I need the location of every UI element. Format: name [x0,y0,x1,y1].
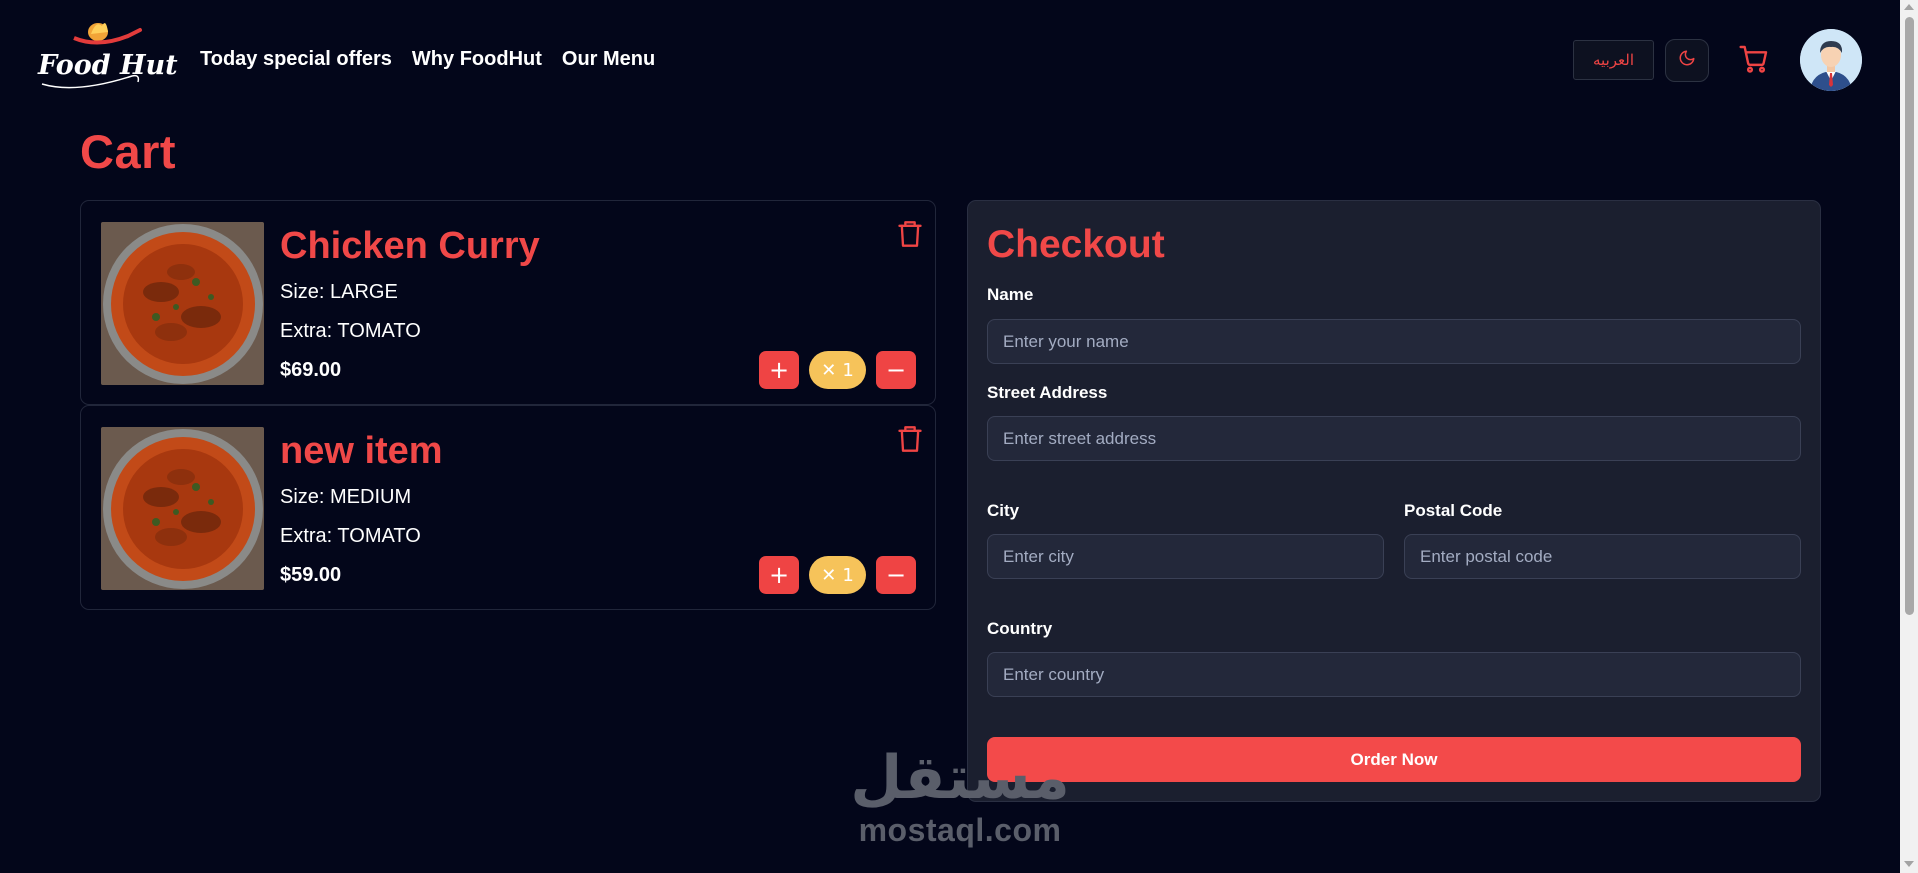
postal-code-label: Postal Code [1404,501,1503,520]
cart-item: new item Size: MEDIUM Extra: TOMATO $59.… [80,405,936,610]
trash-icon [896,426,924,459]
country-input[interactable] [987,652,1801,697]
cart-item: Chicken Curry Size: LARGE Extra: TOMATO … [80,200,936,405]
nav-today-special-offers[interactable]: Today special offers [200,48,392,71]
quantity-value: 1 [842,359,854,381]
item-extra: Extra: TOMATO [280,320,421,342]
city-label: City [987,501,1020,520]
food-image [101,222,264,385]
plus-icon: + [768,561,790,589]
scroll-down-arrow-icon[interactable] [1904,861,1914,867]
mostaql-watermark: مستقل mostaql.com [845,748,1075,849]
postal-code-input[interactable] [1404,534,1801,579]
increase-quantity-button[interactable]: + [759,351,799,389]
order-now-button[interactable]: Order Now [987,737,1801,782]
nav-our-menu[interactable]: Our Menu [562,48,655,71]
decrease-quantity-button[interactable]: − [876,351,916,389]
item-size: Size: LARGE [280,281,398,303]
quantity-badge: ✕ 1 [809,351,866,389]
checkout-title: Checkout [987,223,1165,266]
decrease-quantity-button[interactable]: − [876,556,916,594]
scrollbar-thumb[interactable] [1905,17,1914,615]
minus-icon: − [885,561,907,589]
times-icon: ✕ [821,359,837,381]
food-image [101,427,264,590]
watermark-arabic: مستقل [850,743,1070,813]
watermark-latin: mostaql.com [858,812,1062,848]
delete-item-button[interactable] [896,423,924,455]
checkout-panel: Checkout Name Street Address City Postal… [967,200,1821,802]
item-extra: Extra: TOMATO [280,525,421,547]
language-toggle-button[interactable]: العربيه [1573,40,1654,80]
street-address-label: Street Address [987,383,1108,402]
quantity-value: 1 [842,564,854,586]
logo-text: Food Hut [38,50,178,81]
page-title: Cart [80,125,177,178]
theme-toggle-button[interactable] [1665,39,1709,82]
times-icon: ✕ [821,564,837,586]
name-label: Name [987,285,1034,304]
city-input[interactable] [987,534,1384,579]
country-label: Country [987,619,1053,638]
street-address-input[interactable] [987,416,1801,461]
moon-icon [1678,49,1696,72]
trash-icon [896,221,924,254]
main-nav: Today special offers Why FoodHut Our Men… [200,48,655,71]
item-name: new item [280,430,443,472]
nav-why-foodhut[interactable]: Why FoodHut [412,48,542,71]
user-avatar[interactable] [1800,29,1862,91]
item-size: Size: MEDIUM [280,486,412,508]
minus-icon: − [885,356,907,384]
quantity-controls: + ✕ 1 − [759,351,916,389]
top-navbar: Food Hut Today special offers Why FoodHu… [0,0,1900,120]
quantity-controls: + ✕ 1 − [759,556,916,594]
scroll-up-arrow-icon[interactable] [1904,4,1914,10]
item-price: $69.00 [280,359,342,381]
plus-icon: + [768,356,790,384]
foodhut-logo[interactable]: Food Hut [36,18,178,98]
cart-icon [1737,45,1771,79]
cart-button[interactable] [1737,43,1775,79]
page-scrollbar[interactable] [1900,0,1918,873]
item-price: $59.00 [280,564,342,586]
delete-item-button[interactable] [896,218,924,250]
increase-quantity-button[interactable]: + [759,556,799,594]
cart-list: Chicken Curry Size: LARGE Extra: TOMATO … [80,200,936,610]
quantity-badge: ✕ 1 [809,556,866,594]
name-input[interactable] [987,319,1801,364]
item-name: Chicken Curry [280,225,540,267]
